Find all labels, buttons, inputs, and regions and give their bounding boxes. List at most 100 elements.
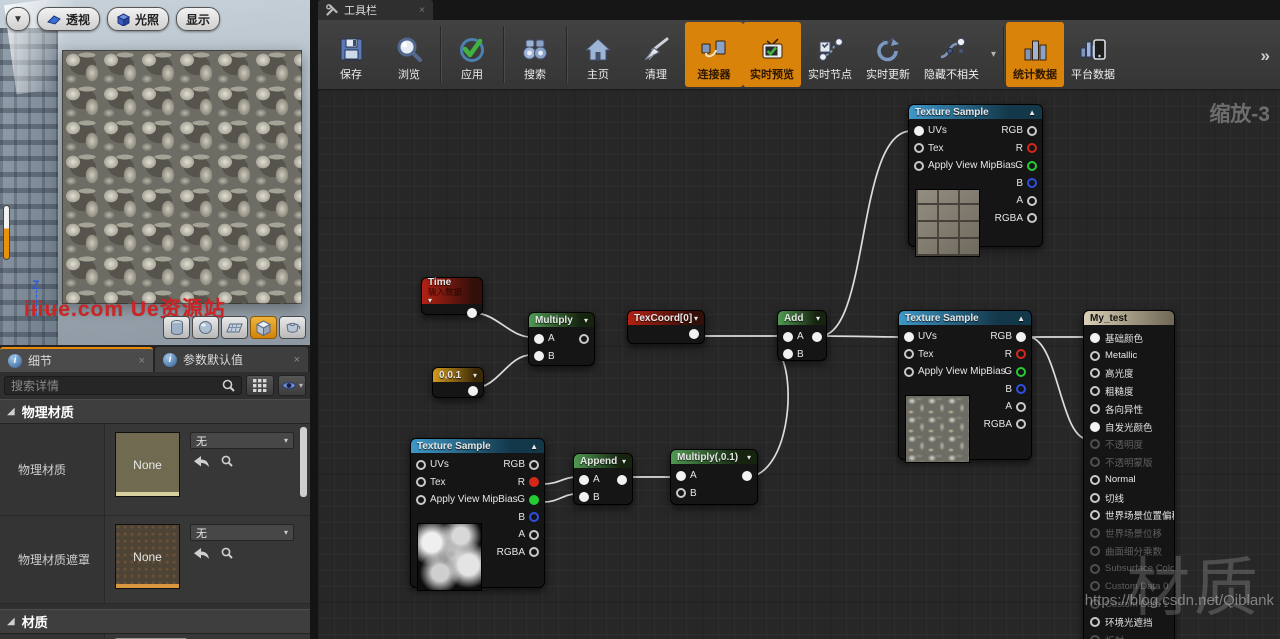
node-add[interactable]: Add▾AB — [777, 310, 827, 361]
use-selected-arrow-icon[interactable] — [194, 548, 209, 559]
toolbar-button-home[interactable]: 主页 — [569, 22, 627, 87]
pin-基础颜色[interactable] — [1090, 333, 1100, 343]
caret-down-icon[interactable]: ▾ — [694, 314, 698, 323]
pin-UVs[interactable] — [904, 332, 914, 342]
pin-out[interactable] — [689, 329, 699, 339]
toolbar-button-live-node[interactable]: 实时节点 — [801, 22, 859, 87]
pin-UVs[interactable] — [914, 126, 924, 136]
pin-Normal[interactable] — [1090, 475, 1100, 485]
viewport-options-button[interactable]: ▼ — [6, 7, 30, 31]
pin-Tex[interactable] — [904, 349, 914, 359]
pin-RGBA[interactable] — [529, 547, 539, 557]
use-selected-arrow-icon[interactable] — [194, 456, 209, 467]
pin-Apply View MipBias[interactable] — [914, 161, 924, 171]
node-texture-sample-bottom[interactable]: Texture Sample▲RGBRGBARGBAUVsTexApply Vi… — [410, 438, 545, 588]
preview-viewport[interactable]: ▼ 透视 光照 显示 Z iiiue.com Ue资源站 — [0, 0, 310, 345]
wire-texture-sample-mid.RGB-to-my-test.自发光颜色[interactable] — [1030, 337, 1086, 439]
pin-Tex[interactable] — [914, 143, 924, 153]
toolbar-button-apply-check[interactable]: 应用 — [443, 22, 501, 87]
node-const-0-01[interactable]: 0,0.1▾ — [432, 367, 484, 398]
caret-down-icon[interactable]: ▾ — [816, 314, 820, 323]
pin-B[interactable] — [783, 349, 793, 359]
pin-Apply View MipBias[interactable] — [904, 367, 914, 377]
caret-down-icon[interactable]: ▾ — [584, 316, 588, 325]
tab-toolbar[interactable]: 工具栏 × — [318, 0, 433, 20]
pin-各向异性[interactable] — [1090, 404, 1100, 414]
node-multiply-0-1[interactable]: Multiply(,0.1)▾AB — [670, 449, 758, 505]
pin-A[interactable] — [579, 475, 589, 485]
pin-R[interactable] — [1027, 143, 1037, 153]
pin-Apply View MipBias[interactable] — [416, 495, 426, 505]
node-texture-sample-top[interactable]: Texture Sample▲RGBRGBARGBAUVsTexApply Vi… — [908, 104, 1043, 247]
viewport-slider[interactable] — [3, 205, 10, 260]
pin-A[interactable] — [1027, 196, 1037, 206]
toolbar-button-binoculars[interactable]: 搜索 — [506, 22, 564, 87]
wire-add.out-to-texture-sample-top.UVs[interactable] — [820, 131, 911, 336]
node-append[interactable]: Append▾AB — [573, 453, 633, 505]
hide-unrelated-caret-icon[interactable]: ▾ — [986, 22, 1001, 87]
toolbar-button-magnifier[interactable]: 浏览 — [380, 22, 438, 87]
pin-折射[interactable] — [1090, 635, 1100, 639]
shape-cube-button[interactable] — [250, 316, 277, 339]
physical-material-mask-thumbnail[interactable]: None — [115, 524, 180, 589]
pin-B[interactable] — [1027, 178, 1037, 188]
node-time[interactable]: Time输入数据▾ — [421, 277, 483, 315]
lit-mode-button[interactable]: 光照 — [107, 7, 169, 31]
pin-A[interactable] — [783, 332, 793, 342]
pin-曲面细分乘数[interactable] — [1090, 546, 1100, 556]
pin-R[interactable] — [529, 477, 539, 487]
toolbar-overflow-chevron[interactable]: » — [1261, 46, 1270, 66]
pin-B[interactable] — [1016, 384, 1026, 394]
physical-material-thumbnail[interactable]: None — [115, 432, 180, 497]
caret-down-icon[interactable]: ▾ — [473, 371, 477, 380]
pin-RGBA[interactable] — [1027, 213, 1037, 223]
toolbar-button-connector[interactable]: 连接器 — [685, 22, 743, 87]
toolbar-button-broom[interactable]: 清理 — [627, 22, 685, 87]
shape-sphere-button[interactable] — [192, 316, 219, 339]
toolbar-button-floppy[interactable]: 保存 — [322, 22, 380, 87]
toolbar-button-hide-unrelated[interactable]: 隐藏不相关 — [917, 22, 986, 87]
pin-out[interactable] — [467, 308, 477, 318]
visibility-filter-button[interactable]: ▾ — [278, 375, 306, 396]
physical-material-dropdown[interactable]: 无 ▾ — [190, 432, 294, 449]
browse-magnifier-icon[interactable] — [221, 455, 233, 467]
pin-切线[interactable] — [1090, 493, 1100, 503]
pin-不透明蒙版[interactable] — [1090, 457, 1100, 467]
wire-texture-sample-bottom.G-to-append.B[interactable] — [544, 494, 576, 502]
pin-B[interactable] — [579, 492, 589, 502]
show-button[interactable]: 显示 — [176, 7, 220, 31]
pin-RGB[interactable] — [1016, 332, 1026, 342]
toolbar-button-stats[interactable]: 统计数据 — [1006, 22, 1064, 87]
collapse-icon[interactable]: ▲ — [530, 442, 538, 451]
pin-Custom Data 0[interactable] — [1090, 581, 1100, 591]
pin-B[interactable] — [676, 488, 686, 498]
search-details-box[interactable] — [4, 376, 242, 395]
tab-details[interactable]: i 细节 × — [0, 347, 153, 372]
pin-世界场景位移[interactable] — [1090, 528, 1100, 538]
shape-teapot-button[interactable] — [279, 316, 306, 339]
pin-UVs[interactable] — [416, 460, 426, 470]
section-material[interactable]: ◢ 材质 — [0, 609, 310, 634]
shape-cylinder-button[interactable] — [163, 316, 190, 339]
node-texture-sample-mid[interactable]: Texture Sample▲RGBRGBARGBAUVsTexApply Vi… — [898, 310, 1032, 460]
pin-out[interactable] — [617, 475, 627, 485]
node-texcoord-0[interactable]: TexCoord[0]▾ — [627, 310, 705, 344]
pin-out[interactable] — [742, 471, 752, 481]
pin-RGB[interactable] — [529, 460, 539, 470]
details-scrollbar[interactable] — [300, 427, 307, 497]
pin-R[interactable] — [1016, 349, 1026, 359]
pin-out[interactable] — [579, 334, 589, 344]
pin-G[interactable] — [1027, 161, 1037, 171]
pin-不透明度[interactable] — [1090, 439, 1100, 449]
pin-B[interactable] — [534, 351, 544, 361]
wire-texture-sample-bottom.R-to-append.A[interactable] — [544, 477, 576, 484]
pin-A[interactable] — [534, 334, 544, 344]
toolbar-button-live-preview[interactable]: 实时预览 — [743, 22, 801, 87]
pin-粗糙度[interactable] — [1090, 386, 1100, 396]
toolbar-button-refresh[interactable]: 实时更新 — [859, 22, 917, 87]
browse-magnifier-icon[interactable] — [221, 547, 233, 559]
perspective-button[interactable]: 透视 — [37, 7, 100, 31]
pin-自发光颜色[interactable] — [1090, 422, 1100, 432]
caret-down-icon[interactable]: ▾ — [747, 453, 751, 462]
collapse-icon[interactable]: ▲ — [1017, 314, 1025, 323]
